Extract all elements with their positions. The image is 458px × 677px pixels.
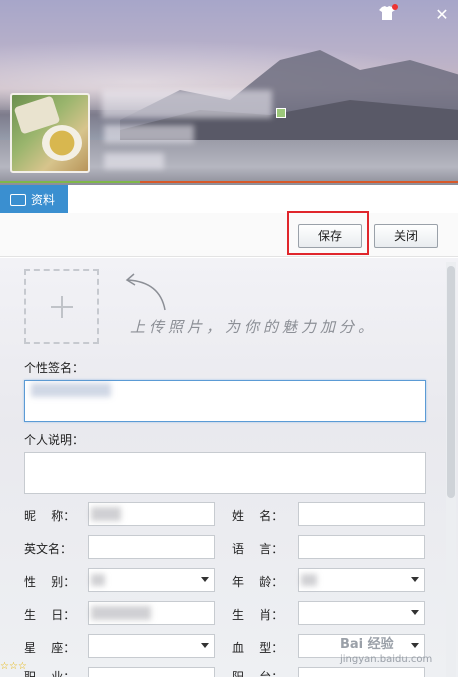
english-name-field[interactable] (88, 535, 215, 559)
avatar[interactable] (10, 93, 90, 173)
star-rating: ☆☆☆ (0, 661, 27, 672)
constellation-label: 星 座： (24, 641, 76, 655)
chevron-down-icon (201, 577, 209, 582)
blurred-birthday-value (91, 606, 151, 620)
name-field[interactable] (298, 502, 425, 526)
birthday-label: 生 日： (24, 608, 76, 622)
watermark-brand: Bai 经验 (340, 637, 394, 652)
blood-type-label: 血 型： (232, 641, 284, 655)
save-highlight-box (287, 211, 369, 255)
nickname-field[interactable] (88, 502, 215, 526)
occupation-label: 职 业： (24, 670, 76, 677)
language-field[interactable] (298, 535, 425, 559)
constellation-select[interactable] (88, 634, 215, 658)
chevron-down-icon (411, 577, 419, 582)
zodiac-select[interactable] (298, 601, 425, 625)
signature-label: 个性签名： (24, 361, 85, 375)
gender-select[interactable] (88, 568, 215, 592)
chevron-down-icon (201, 643, 209, 648)
zodiac-label: 生 肖： (232, 608, 284, 622)
shirt-icon[interactable] (378, 4, 398, 24)
gender-label: 性 别： (24, 575, 76, 589)
notification-dot (392, 4, 398, 10)
close-icon[interactable]: ✕ (433, 6, 451, 24)
birthday-field[interactable] (88, 601, 215, 625)
plus-icon-vertical (61, 296, 63, 318)
close-button[interactable]: 关闭 (374, 224, 438, 248)
age-select[interactable] (298, 568, 425, 592)
scrollbar-thumb[interactable] (447, 266, 455, 498)
banner-red-line (140, 181, 458, 183)
name-label: 姓 名： (232, 509, 284, 523)
nickname-label: 昵 称： (24, 509, 76, 523)
tab-profile-label: 资料 (31, 193, 56, 207)
tab-album[interactable]: 相册 (81, 190, 126, 212)
profile-card-icon (10, 193, 26, 206)
edit-pencil-icon[interactable] (276, 108, 286, 118)
occupation-field[interactable] (88, 667, 215, 677)
upload-photo-hint: 上传照片，为你的魅力加分。 (130, 318, 378, 336)
language-label: 语 言： (232, 542, 284, 556)
blurred-nickname (102, 90, 272, 118)
blurred-signature-text (31, 383, 111, 397)
blurred-nickname-value (91, 507, 121, 521)
hometown-field[interactable] (298, 667, 425, 677)
form-scrollbar[interactable] (446, 262, 456, 677)
photo-album-icon (81, 195, 97, 207)
description-label: 个人说明： (24, 433, 85, 447)
tab-profile[interactable]: 资料 (0, 185, 68, 220)
chevron-down-icon (411, 610, 419, 615)
tab-feed-label: 动态 (166, 194, 191, 209)
upload-photo-button[interactable] (24, 269, 99, 344)
banner-green-line (0, 181, 140, 183)
tab-album-label: 相册 (102, 194, 127, 209)
signature-input[interactable] (24, 380, 426, 422)
avatar-tea-cup (42, 125, 82, 161)
blurred-gender-value (91, 574, 105, 586)
baidu-watermark: Bai 经验 jingyan.baidu.com (340, 633, 432, 665)
blurred-info (104, 153, 164, 169)
age-label: 年 龄： (232, 575, 284, 589)
english-name-label: 英文名： (24, 542, 73, 556)
blurred-age-value (301, 574, 317, 586)
hometown-label: 阳 台： (232, 670, 284, 677)
feed-list-icon: ☰ (150, 193, 162, 209)
tab-feed[interactable]: ☰ 动态 (150, 190, 191, 212)
curved-arrow-icon (125, 273, 166, 311)
blurred-signature (104, 125, 194, 143)
watermark-url: jingyan.baidu.com (340, 654, 433, 665)
description-input[interactable] (24, 452, 426, 494)
